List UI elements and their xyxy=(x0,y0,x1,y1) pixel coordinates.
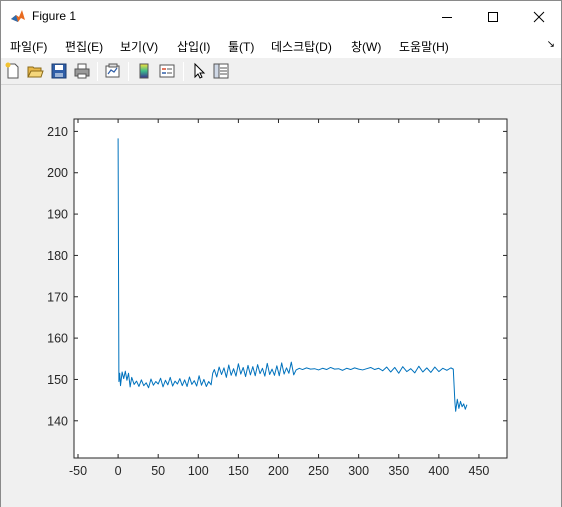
y-tick-label: 210 xyxy=(47,125,68,139)
x-tick-label: 300 xyxy=(348,464,369,478)
y-tick-label: 170 xyxy=(47,290,68,304)
menu-help[interactable]: 도움말(H) xyxy=(399,38,449,55)
matlab-icon xyxy=(10,8,26,24)
menu-tools[interactable]: 툴(T) xyxy=(228,38,254,55)
menu-window[interactable]: 창(W) xyxy=(351,38,381,55)
toolbar-separator xyxy=(183,62,184,81)
x-tick-label: 100 xyxy=(188,464,209,478)
open-property-inspector-icon[interactable] xyxy=(212,62,230,80)
figure-window: Figure 1 파일(F) 편집(E) 보기(V) 삽입(I) 툴(T) 데스… xyxy=(0,0,562,507)
minimize-button-area[interactable] xyxy=(424,1,470,32)
x-tick-label: 350 xyxy=(388,464,409,478)
maximize-icon xyxy=(488,11,498,22)
axes-background xyxy=(74,119,507,458)
toolbar-separator xyxy=(97,62,98,81)
x-tick-label: 0 xyxy=(115,464,122,478)
toolbar-separator xyxy=(128,62,129,81)
new-figure-icon[interactable] xyxy=(4,62,22,80)
x-tick-label: 200 xyxy=(268,464,289,478)
y-tick-label: 150 xyxy=(47,373,68,387)
link-plot-icon[interactable] xyxy=(104,62,122,80)
edit-plot-icon[interactable] xyxy=(190,62,208,80)
open-file-icon[interactable] xyxy=(26,62,44,80)
y-tick-label: 190 xyxy=(47,208,68,222)
menu-edit[interactable]: 편집(E) xyxy=(65,38,103,55)
x-tick-label: 400 xyxy=(428,464,449,478)
menu-bar: 파일(F) 편집(E) 보기(V) 삽입(I) 툴(T) 데스크탑(D) 창(W… xyxy=(1,32,561,58)
x-tick-label: 250 xyxy=(308,464,329,478)
y-tick-label: 180 xyxy=(47,249,68,263)
maximize-button[interactable] xyxy=(470,1,516,32)
save-icon[interactable] xyxy=(50,62,68,80)
menu-file[interactable]: 파일(F) xyxy=(10,38,47,55)
print-icon[interactable] xyxy=(73,62,91,80)
close-button[interactable] xyxy=(516,1,562,32)
y-tick-label: 140 xyxy=(47,414,68,428)
menu-view[interactable]: 보기(V) xyxy=(120,38,158,55)
insert-legend-icon[interactable] xyxy=(158,62,176,80)
window-title: Figure 1 xyxy=(32,9,77,23)
figure-toolbar xyxy=(1,58,561,85)
minimize-icon xyxy=(442,16,452,18)
y-tick-label: 160 xyxy=(47,332,68,346)
figure-canvas: -50 0 50 100 150 200 250 300 350 400 450 140 150 160 1… xyxy=(1,86,561,507)
line-plot[interactable]: -50 0 50 100 150 200 250 300 350 400 450 140 150 160 1… xyxy=(1,86,561,507)
y-tick-label: 200 xyxy=(47,166,68,180)
x-tick-label: -50 xyxy=(69,464,87,478)
x-tick-label: 50 xyxy=(151,464,165,478)
x-tick-label: 150 xyxy=(228,464,249,478)
x-tick-label: 450 xyxy=(469,464,490,478)
menu-desktop[interactable]: 데스크탑(D) xyxy=(271,38,332,55)
insert-colorbar-icon[interactable] xyxy=(135,62,153,80)
close-icon xyxy=(533,11,545,22)
menu-insert[interactable]: 삽입(I) xyxy=(177,38,210,55)
dock-arrow-icon[interactable]: ↘ xyxy=(547,39,555,50)
